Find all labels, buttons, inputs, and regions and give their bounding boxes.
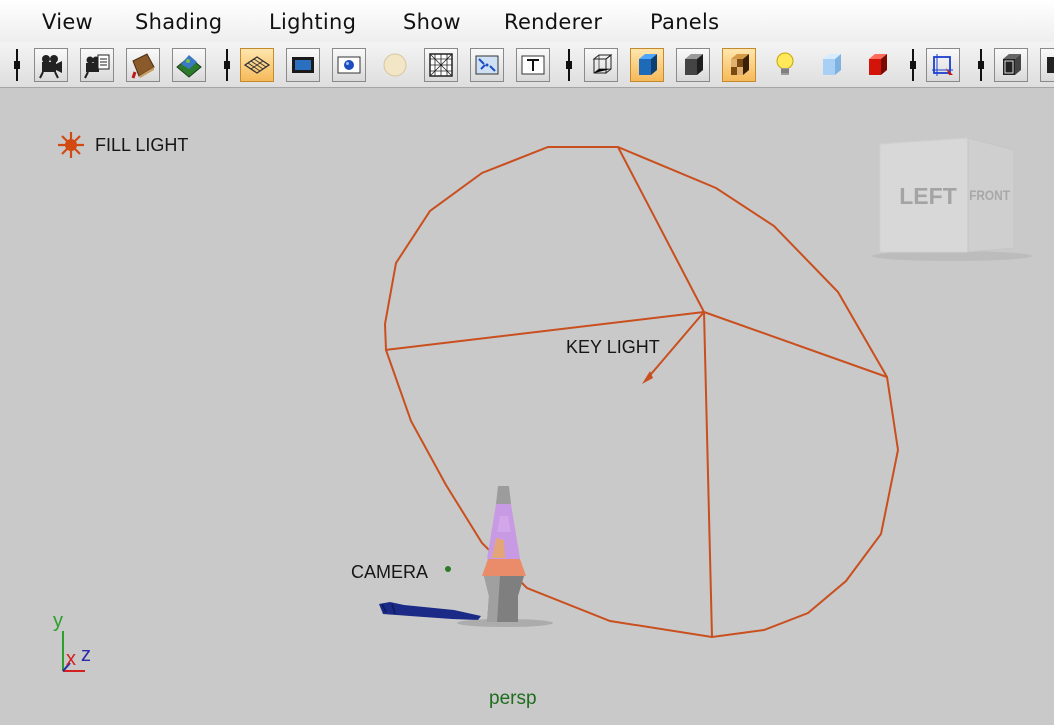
axis-x-label: x [66,648,76,670]
menu-view[interactable]: View [42,10,93,34]
view-name-label: persp [489,688,537,709]
safe-title-icon[interactable] [516,48,550,82]
key-light-label: KEY LIGHT [566,337,660,357]
panel-toolbar [0,42,1054,88]
lights-icon[interactable] [768,48,802,82]
cone-edge [703,311,888,378]
toolbar-separator [14,49,20,81]
hardware-render-icon[interactable] [860,48,894,82]
fill-light-icon[interactable] [58,132,84,158]
safe-action-icon[interactable] [470,48,504,82]
menu-show[interactable]: Show [403,10,461,34]
menu-lighting[interactable]: Lighting [269,10,356,34]
toolbar-separator [978,49,984,81]
toolbar-separator [566,49,572,81]
smooth-shade-icon[interactable] [630,48,664,82]
perspective-viewport[interactable]: y x z FILL LIGHT KEY LIGHT CAMERA LEFT F… [0,88,1054,725]
lava-lamp-model[interactable] [457,486,553,627]
toolbar-overflow-icon[interactable] [1040,48,1054,82]
camera-attributes-icon[interactable] [80,48,114,82]
flat-shade-icon[interactable] [676,48,710,82]
menu-panels[interactable]: Panels [650,10,719,34]
view-cube-side-label: FRONT [969,187,1010,203]
select-camera-icon[interactable] [34,48,68,82]
gate-mask-icon[interactable] [378,48,412,82]
axis-y-label: y [53,610,63,632]
fill-light-label: FILL LIGHT [95,135,189,155]
key-light-cone-rim [383,146,900,639]
isolate-select-icon[interactable] [926,48,960,82]
maya-viewport-window: View Shading Lighting Show Renderer Pane… [0,0,1054,725]
key-light-wireframe[interactable] [383,146,900,639]
cone-edge [703,311,713,638]
toolbar-separator [224,49,230,81]
film-gate-icon[interactable] [286,48,320,82]
toolbar-separator [910,49,916,81]
xray-icon[interactable] [994,48,1028,82]
resolution-gate-icon[interactable] [332,48,366,82]
menu-renderer[interactable]: Renderer [504,10,602,34]
bookmarks-icon[interactable] [126,48,160,82]
menu-shading[interactable]: Shading [135,10,222,34]
field-chart-icon[interactable] [424,48,458,82]
panel-menu-bar: View Shading Lighting Show Renderer Pane… [0,0,1054,43]
axis-z-label: z [81,644,91,666]
textured-icon[interactable] [722,48,756,82]
grid-icon[interactable] [240,48,274,82]
cone-edge [617,146,705,313]
camera-label: CAMERA [351,562,429,582]
view-cube-face-label: LEFT [899,183,957,209]
view-cube[interactable]: LEFT FRONT [868,134,1036,264]
wireframe-icon[interactable] [584,48,618,82]
image-plane-icon[interactable] [172,48,206,82]
shadows-icon[interactable] [814,48,848,82]
